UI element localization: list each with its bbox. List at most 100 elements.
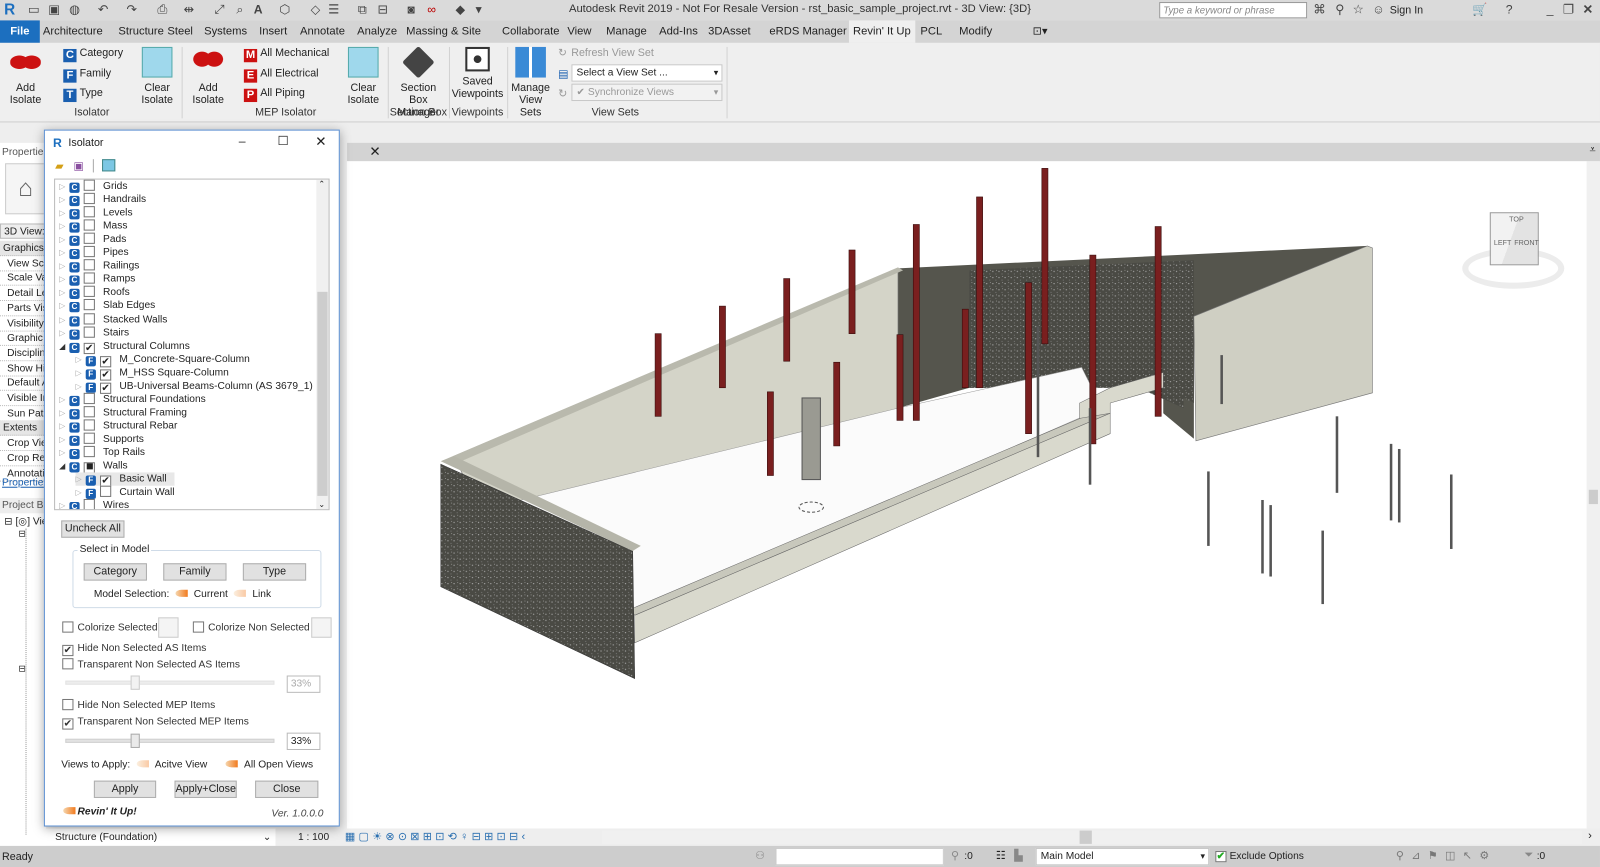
viewcube[interactable]: TOP LEFT FRONT: [1457, 207, 1569, 299]
transparent-non-selected-as-checkbox[interactable]: Transparent Non Selected AS Items: [62, 658, 240, 671]
tab-file[interactable]: File: [0, 20, 40, 43]
tree-category-item[interactable]: ▷ C Mass: [59, 219, 127, 233]
3d-model-canvas[interactable]: [347, 161, 1587, 828]
cart-icon[interactable]: 🛒: [1472, 2, 1487, 16]
property-row[interactable]: Default Analysis: [0, 376, 46, 392]
minimize-button[interactable]: _: [1543, 2, 1557, 16]
tree-checkbox[interactable]: [83, 419, 95, 431]
isolate-glasses-icon[interactable]: [102, 159, 116, 172]
property-row[interactable]: View Scale: [0, 256, 46, 272]
tree-category-item[interactable]: ▷ C Pipes: [59, 246, 129, 260]
tree-checkbox[interactable]: [83, 246, 95, 258]
properties-help-link[interactable]: Properties help: [0, 476, 46, 491]
tree-category-item[interactable]: ▷ C Railings: [59, 259, 139, 273]
tree-category-item[interactable]: ◢ C ✔ Structural Columns: [59, 339, 190, 354]
tab-revin-it-up[interactable]: Revin' It Up: [848, 20, 915, 43]
tab-add-ins[interactable]: Add-Ins: [655, 20, 702, 42]
hide-non-selected-mep-checkbox[interactable]: Hide Non Selected MEP Items: [62, 698, 215, 712]
tab-erds-manager[interactable]: eRDS Manager: [765, 20, 851, 42]
binoculars-icon[interactable]: ⌘: [1312, 2, 1326, 16]
active-view-option[interactable]: Acitve View: [155, 759, 208, 770]
tree-checkbox[interactable]: [83, 499, 95, 510]
tab-steel[interactable]: Steel: [163, 20, 197, 42]
tree-checkbox[interactable]: [83, 326, 95, 338]
property-row[interactable]: Show Hidden Lines: [0, 361, 46, 377]
restore-button[interactable]: ❐: [1561, 2, 1575, 16]
property-row[interactable]: Visible In Option: [0, 391, 46, 407]
colorize-selected-checkbox[interactable]: Colorize Selected: [62, 621, 158, 634]
design-options-icon[interactable]: ☷: [996, 849, 1006, 862]
tab-systems[interactable]: Systems: [200, 20, 251, 42]
expand-arrow-icon[interactable]: ▷: [76, 353, 86, 366]
expand-arrow-icon[interactable]: ▷: [59, 446, 69, 459]
viewcube-left[interactable]: LEFT: [1494, 240, 1511, 247]
tree-category-item[interactable]: ▷ C Levels: [59, 206, 133, 220]
expand-arrow-icon[interactable]: ▷: [59, 299, 69, 312]
apply-button[interactable]: Apply: [93, 780, 157, 798]
scroll-thumb[interactable]: [317, 291, 328, 496]
slider-thumb[interactable]: [130, 733, 140, 748]
expand-arrow-icon[interactable]: ▷: [59, 419, 69, 432]
expand-arrow-icon[interactable]: ▷: [59, 286, 69, 299]
tab-modify[interactable]: Modify: [955, 20, 996, 42]
tree-checkbox[interactable]: [83, 392, 95, 404]
tab-3dasset[interactable]: 3DAsset: [704, 20, 755, 42]
isolate-family-button[interactable]: F Family: [63, 65, 111, 83]
collapse-arrow-icon[interactable]: ◢: [59, 459, 69, 472]
scroll-up-icon[interactable]: ⌃: [318, 180, 325, 189]
clear-isolate-button[interactable]: Clear Isolate: [137, 46, 178, 106]
expand-arrow-icon[interactable]: ▷: [59, 433, 69, 446]
expand-arrow-icon[interactable]: ▷: [59, 326, 69, 339]
dialog-maximize-button[interactable]: ☐: [278, 134, 289, 148]
tree-family-item[interactable]: ▷ F Curtain Wall: [76, 485, 175, 500]
tree-checkbox[interactable]: [83, 405, 95, 418]
tree-category-item[interactable]: ▷ C Wires: [59, 499, 129, 510]
category-tree[interactable]: ▷ C Grids ▷ C Handrails ▷ C Levels ▷ C Mass ▷ C Pads ▷ C…: [54, 178, 330, 511]
tab-massing-site[interactable]: Massing & Site: [402, 20, 485, 42]
subscription-icon[interactable]: ⚲: [1333, 2, 1347, 16]
active-only-icon[interactable]: ▙: [1014, 849, 1023, 862]
expand-arrow-icon[interactable]: ▷: [59, 273, 69, 286]
tab-manage[interactable]: Manage: [602, 20, 651, 42]
tab-insert[interactable]: Insert: [255, 20, 291, 42]
viewcube-top[interactable]: TOP: [1509, 216, 1524, 223]
scroll-down-icon[interactable]: ⌄: [318, 500, 325, 509]
open-folder-icon[interactable]: ▰: [55, 159, 64, 172]
current-model-radio-icon[interactable]: [175, 589, 188, 597]
transparent-non-selected-mep-checkbox[interactable]: ✔ Transparent Non Selected MEP Items: [62, 715, 249, 730]
saved-viewpoints-button[interactable]: Saved Viewpoints: [451, 46, 504, 100]
expand-arrow-icon[interactable]: ▷: [59, 393, 69, 406]
tree-category-item[interactable]: ▷ C Roofs: [59, 286, 130, 300]
property-row[interactable]: Parts Visibility: [0, 301, 46, 317]
all-electrical-button[interactable]: E All Electrical: [243, 65, 319, 83]
viewcube-box[interactable]: TOP LEFT FRONT: [1489, 212, 1539, 266]
tree-category-item[interactable]: ▷ C Structural Framing: [59, 405, 187, 420]
refresh-view-set-button[interactable]: ↻ Refresh View Set: [558, 45, 654, 61]
tree-checkbox[interactable]: [83, 445, 95, 458]
tree-checkbox[interactable]: [83, 432, 95, 444]
horizontal-scrollbar[interactable]: ›: [602, 830, 1592, 844]
select-category-button[interactable]: Category: [83, 563, 147, 581]
tree-checkbox[interactable]: [83, 206, 95, 218]
tab-structure[interactable]: Structure: [114, 20, 168, 42]
property-row[interactable]: Scale Value: [0, 271, 46, 287]
add-isolate-button[interactable]: Add Isolate: [4, 46, 47, 106]
scroll-down-icon[interactable]: ⌄: [263, 829, 272, 846]
property-row[interactable]: Crop Region: [0, 451, 46, 467]
synchronize-views-dropdown[interactable]: ✔ Synchronize Views: [571, 83, 723, 102]
exclude-options-checkbox[interactable]: ✔: [1215, 851, 1227, 863]
tree-checkbox[interactable]: [83, 272, 95, 285]
expand-arrow-icon[interactable]: ▷: [59, 259, 69, 272]
close-button[interactable]: ✕: [1581, 2, 1595, 16]
view-type-selector[interactable]: 3D View:: [0, 223, 46, 239]
tree-category-item[interactable]: ▷ C Supports: [59, 432, 144, 446]
tree-category-item[interactable]: ▷ C Ramps: [59, 272, 135, 287]
property-row[interactable]: Visibility/Graphics: [0, 316, 46, 332]
tree-checkbox[interactable]: [83, 192, 95, 205]
all-open-views-option[interactable]: All Open Views: [244, 759, 313, 770]
manage-view-sets-button[interactable]: Manage View Sets: [508, 46, 553, 118]
scroll-right-icon[interactable]: ›: [1588, 830, 1592, 842]
tree-family-item[interactable]: ▷ F ✔ M_Concrete-Square-Column: [76, 353, 250, 367]
tree-checkbox[interactable]: [83, 219, 95, 231]
tree-category-item[interactable]: ▷ C Structural Rebar: [59, 419, 177, 433]
